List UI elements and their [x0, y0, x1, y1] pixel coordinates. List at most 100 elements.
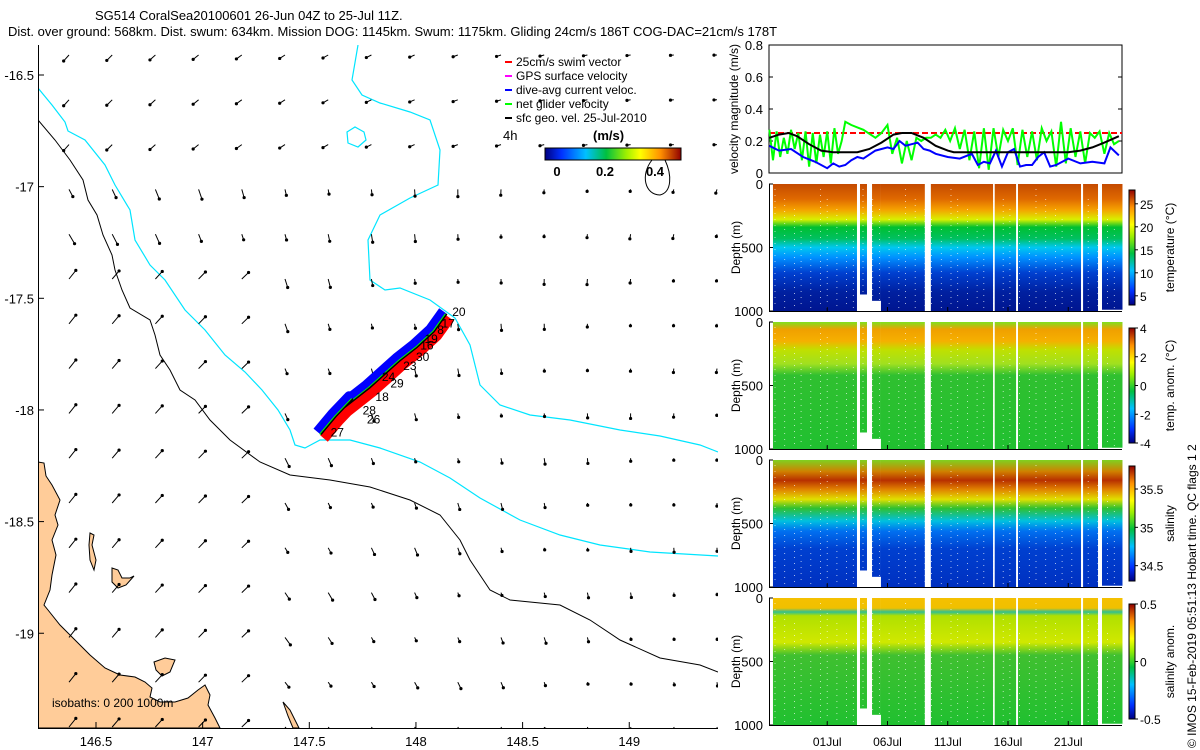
- arrow-head: [714, 279, 718, 283]
- map-x-tick-label: 147: [192, 734, 214, 749]
- arrow-head: [286, 418, 290, 422]
- map-ticks: 146.5 147 147.5 148 148.5 149 -16.5 -17 -17.5 -18…: [4, 68, 640, 749]
- arrow-head: [234, 57, 239, 61]
- arrow-head: [542, 369, 546, 373]
- colorbar-tick: 0.4: [646, 164, 665, 179]
- map-y-tick-label: -19: [15, 626, 34, 641]
- arrow-head: [413, 326, 418, 330]
- arrow-head: [542, 282, 546, 286]
- section-panels: 05001000Depth (m)510152025 temperature (°…: [729, 177, 1177, 749]
- arrow-head: [371, 461, 375, 466]
- arrow-head: [246, 629, 251, 633]
- arrow-head: [415, 595, 419, 600]
- arrow-head: [629, 459, 633, 463]
- velocity-arrow: [68, 314, 77, 325]
- profile-block: [872, 184, 881, 301]
- arrow-head: [203, 359, 208, 364]
- arrow-head: [542, 191, 546, 195]
- velocity-arrow: [68, 494, 77, 504]
- colorbar-tick-label: 25: [1140, 198, 1154, 212]
- colorbar-tick-label: -2: [1140, 408, 1151, 422]
- depth-tick-label: 500: [741, 241, 763, 256]
- map-legend: 25cm/s swim vectorGPS surface velocitydi…: [505, 55, 647, 125]
- arrow-head: [671, 190, 675, 194]
- profile-block: [772, 184, 857, 311]
- section-data: [772, 598, 1123, 725]
- arrow-head: [715, 549, 718, 553]
- time-tick-label: 11Jul: [934, 735, 962, 749]
- arrow-head: [544, 641, 548, 645]
- arrow-head: [672, 503, 676, 507]
- colorbar-label: temp. anom. (°C): [1163, 340, 1177, 432]
- depth-tick-label: 500: [741, 655, 763, 670]
- arrow-head: [712, 143, 716, 147]
- arrow-head: [629, 503, 633, 507]
- arrow-head: [672, 593, 676, 598]
- arrow-head: [628, 369, 633, 373]
- profile-block: [1083, 184, 1099, 311]
- arrow-head: [72, 242, 77, 246]
- arrow-head: [285, 372, 289, 376]
- arrow-head: [456, 280, 460, 284]
- arrow-head: [415, 553, 420, 557]
- colorbar-tick-label: 0.5: [1140, 598, 1157, 612]
- arrow-head: [671, 370, 676, 375]
- arrow-head: [456, 328, 461, 332]
- figure: SG514 CoralSea20100601 26-Jun 04Z to 25-…: [0, 0, 1200, 750]
- arrow-head: [117, 493, 121, 497]
- isobath-200m: [346, 126, 367, 148]
- section-panel: 0 500 1000 Depth (m) -0.5 0 0.5 salinity anom.: [729, 591, 1177, 733]
- arrow-head: [364, 145, 368, 149]
- profile-block: [1101, 184, 1123, 310]
- velocity-arrow: [68, 449, 77, 459]
- arrow-head: [160, 359, 164, 363]
- arrow-head: [413, 194, 417, 198]
- arrow-head: [672, 683, 676, 687]
- arrow-head: [157, 197, 161, 201]
- arrow-head: [500, 461, 504, 465]
- arrow-head: [191, 147, 195, 151]
- arrow-head: [331, 598, 335, 602]
- arrow-head: [242, 238, 246, 242]
- arrow-head: [543, 727, 547, 728]
- arrow-head: [286, 507, 291, 512]
- arrow-head: [673, 730, 676, 733]
- arrow-head: [160, 628, 164, 632]
- velocity-arrow: [414, 726, 416, 728]
- arrow-head: [374, 732, 377, 735]
- arrow-head: [372, 552, 377, 557]
- arrow-head: [115, 242, 120, 246]
- arrow-head: [203, 718, 208, 722]
- colorbar-tick-label: 34.5: [1140, 560, 1164, 574]
- arrow-head: [585, 282, 589, 287]
- arrow-head: [203, 628, 208, 632]
- arrow-head: [74, 358, 78, 362]
- velocity-arrow: [68, 583, 77, 593]
- land: [38, 461, 221, 728]
- profile-block: [772, 322, 857, 449]
- time-tick-label: 21Jul: [1054, 735, 1083, 749]
- arrow-head: [668, 98, 673, 102]
- arrow-head: [628, 189, 632, 193]
- arrow-head: [246, 405, 251, 409]
- arrow-head: [62, 148, 66, 153]
- profile-block: [880, 322, 925, 449]
- arrow-head: [288, 643, 292, 647]
- arrow-head: [586, 416, 590, 420]
- dive-label: 30: [416, 350, 430, 364]
- velocity-arrow: [68, 270, 77, 280]
- profile-block: [1101, 598, 1123, 724]
- arrow-head: [451, 55, 455, 59]
- arrow-head: [543, 462, 547, 466]
- arrow-head: [414, 374, 418, 378]
- arrow-head: [160, 717, 164, 722]
- arrow-head: [328, 285, 332, 289]
- map-panel: 2017819163023242918282627 146.5 147 147.5 1…: [4, 45, 718, 749]
- arrow-head: [628, 324, 633, 328]
- arrow-head: [671, 324, 676, 328]
- arrow-head: [672, 637, 676, 641]
- velocity-arrow: [111, 233, 118, 245]
- arrow-head: [499, 414, 504, 418]
- profile-block: [994, 460, 1017, 587]
- arrow-head: [414, 418, 418, 422]
